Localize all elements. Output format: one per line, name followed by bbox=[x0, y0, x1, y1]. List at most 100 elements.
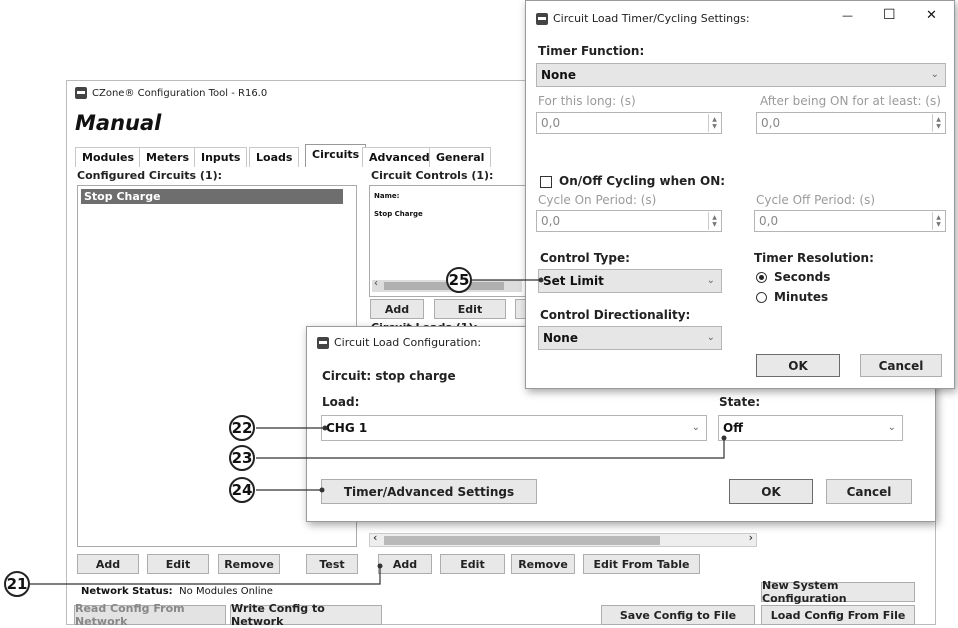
state-label: State: bbox=[719, 395, 761, 409]
control-directionality-select[interactable]: None ⌄ bbox=[538, 326, 722, 350]
control-directionality-value: None bbox=[543, 331, 578, 345]
app-icon bbox=[75, 87, 87, 99]
circuits-add-button[interactable]: Add bbox=[77, 554, 139, 574]
loads-add-button[interactable]: Add bbox=[378, 554, 432, 574]
spinner-icon[interactable]: ▲ ▼ bbox=[708, 114, 720, 132]
timer-advanced-settings-button[interactable]: Timer/Advanced Settings bbox=[321, 479, 537, 504]
minutes-radio[interactable] bbox=[756, 292, 767, 303]
state-select[interactable]: Off ⌄ bbox=[718, 415, 903, 441]
callout-23: 23 bbox=[229, 445, 255, 471]
control-type-select[interactable]: Set Limit ⌄ bbox=[538, 269, 722, 293]
read-config-from-network-button[interactable]: Read Config From Network bbox=[74, 602, 226, 628]
chevron-down-icon: ⌄ bbox=[706, 274, 715, 286]
app-icon bbox=[317, 336, 329, 349]
timer-function-label: Timer Function: bbox=[538, 44, 645, 58]
callout-24: 24 bbox=[229, 477, 255, 503]
state-select-value: Off bbox=[723, 421, 743, 435]
mode-title: Manual bbox=[75, 111, 162, 135]
load-dialog-title: Circuit Load Configuration: bbox=[334, 336, 482, 349]
network-status-label: Network Status: bbox=[81, 586, 173, 597]
circuits-edit-button[interactable]: Edit bbox=[147, 554, 209, 574]
scroll-right-icon[interactable]: › bbox=[749, 531, 753, 544]
list-item[interactable]: Stop Charge bbox=[81, 189, 343, 204]
minimize-icon[interactable]: — bbox=[842, 9, 853, 22]
network-status: Network Status: No Modules Online bbox=[81, 586, 273, 597]
for-this-long-input[interactable]: 0,0 ▲ ▼ bbox=[536, 112, 722, 134]
chevron-down-icon: ⌄ bbox=[887, 421, 896, 433]
load-select[interactable]: CHG 1 ⌄ bbox=[321, 415, 707, 441]
load-label: Load: bbox=[322, 395, 360, 409]
after-on-input[interactable]: 0,0 ▲ ▼ bbox=[756, 112, 946, 134]
circuit-label: Circuit: stop charge bbox=[322, 369, 456, 383]
callout-21: 21 bbox=[4, 571, 30, 597]
scroll-left-icon[interactable]: ‹ bbox=[374, 278, 378, 289]
loads-scrollbar[interactable]: ‹ › bbox=[369, 531, 757, 547]
chevron-down-icon: ⌄ bbox=[706, 331, 715, 343]
chevron-down-icon: ⌄ bbox=[930, 68, 939, 80]
cycle-on-input[interactable]: 0,0 ▲ ▼ bbox=[536, 210, 722, 232]
load-dialog-ok-button[interactable]: OK bbox=[729, 479, 813, 504]
loads-edit-button[interactable]: Edit bbox=[440, 554, 505, 574]
circuits-test-button[interactable]: Test bbox=[306, 554, 358, 574]
network-status-value: No Modules Online bbox=[179, 586, 273, 597]
for-this-long-label: For this long: (s) bbox=[538, 94, 636, 108]
circuit-controls-label: Circuit Controls (1): bbox=[371, 169, 494, 182]
scroll-left-icon[interactable]: ‹ bbox=[373, 531, 377, 544]
tab-advanced[interactable]: Advanced bbox=[362, 147, 437, 167]
save-config-to-file-button[interactable]: Save Config to File bbox=[601, 605, 755, 625]
callout-22: 22 bbox=[229, 415, 255, 441]
controls-edit-button[interactable]: Edit bbox=[434, 299, 506, 319]
scroll-thumb[interactable] bbox=[384, 536, 660, 545]
timer-dialog-title: Circuit Load Timer/Cycling Settings: bbox=[553, 12, 750, 25]
control-type-value: Set Limit bbox=[543, 274, 604, 288]
control-type-label: Control Type: bbox=[540, 251, 630, 265]
timer-ok-button[interactable]: OK bbox=[756, 354, 840, 377]
timer-function-select[interactable]: None ⌄ bbox=[536, 63, 946, 87]
tab-modules[interactable]: Modules bbox=[75, 147, 141, 167]
seconds-radio[interactable] bbox=[756, 272, 767, 283]
after-on-value: 0,0 bbox=[761, 116, 781, 130]
load-dialog-titlebar: Circuit Load Configuration: bbox=[317, 336, 481, 349]
controls-add-button[interactable]: Add bbox=[370, 299, 424, 319]
load-dialog-cancel-button[interactable]: Cancel bbox=[826, 479, 912, 504]
on-off-cycling-checkbox[interactable] bbox=[540, 176, 552, 188]
tab-inputs[interactable]: Inputs bbox=[194, 147, 248, 167]
timer-function-value: None bbox=[541, 68, 576, 82]
on-off-cycling-label: On/Off Cycling when ON: bbox=[559, 174, 726, 188]
tab-meters[interactable]: Meters bbox=[139, 147, 197, 167]
close-icon[interactable]: ✕ bbox=[926, 8, 937, 23]
loads-remove-button[interactable]: Remove bbox=[511, 554, 575, 574]
main-titlebar: CZone® Configuration Tool - R16.0 bbox=[75, 87, 267, 99]
cycle-off-input[interactable]: 0,0 ▲ ▼ bbox=[754, 210, 946, 232]
load-config-from-file-button[interactable]: Load Config From File bbox=[761, 605, 915, 625]
cycle-off-label: Cycle Off Period: (s) bbox=[756, 193, 876, 207]
load-select-value: CHG 1 bbox=[326, 421, 368, 435]
controls-name-header: Name: bbox=[374, 192, 400, 200]
control-directionality-label: Control Directionality: bbox=[540, 308, 691, 322]
tab-circuits[interactable]: Circuits bbox=[305, 144, 367, 167]
chevron-down-icon: ⌄ bbox=[691, 421, 700, 433]
write-config-to-network-button[interactable]: Write Config to Network bbox=[230, 602, 382, 628]
cycle-off-value: 0,0 bbox=[759, 214, 779, 228]
cycle-on-value: 0,0 bbox=[541, 214, 561, 228]
maximize-icon[interactable]: ☐ bbox=[883, 7, 896, 23]
configured-circuits-label: Configured Circuits (1): bbox=[77, 169, 223, 182]
spinner-icon[interactable]: ▲ ▼ bbox=[932, 212, 944, 230]
for-this-long-value: 0,0 bbox=[541, 116, 561, 130]
loads-edit-from-table-button[interactable]: Edit From Table bbox=[583, 554, 700, 574]
circuits-remove-button[interactable]: Remove bbox=[218, 554, 280, 574]
minutes-label: Minutes bbox=[774, 290, 829, 304]
scroll-thumb[interactable] bbox=[384, 282, 504, 290]
tab-general[interactable]: General bbox=[429, 147, 492, 167]
main-title: CZone® Configuration Tool - R16.0 bbox=[92, 87, 268, 99]
timer-cancel-button[interactable]: Cancel bbox=[860, 354, 942, 377]
spinner-icon[interactable]: ▲ ▼ bbox=[932, 114, 944, 132]
list-item[interactable]: Stop Charge bbox=[374, 210, 423, 218]
timer-resolution-label: Timer Resolution: bbox=[754, 251, 874, 265]
tab-loads[interactable]: Loads bbox=[249, 147, 300, 167]
spinner-icon[interactable]: ▲ ▼ bbox=[708, 212, 720, 230]
cycle-on-label: Cycle On Period: (s) bbox=[538, 193, 657, 207]
timer-dialog-titlebar: Circuit Load Timer/Cycling Settings: bbox=[536, 12, 750, 25]
new-system-configuration-button[interactable]: New System Configuration bbox=[761, 579, 915, 605]
app-icon bbox=[536, 12, 548, 25]
